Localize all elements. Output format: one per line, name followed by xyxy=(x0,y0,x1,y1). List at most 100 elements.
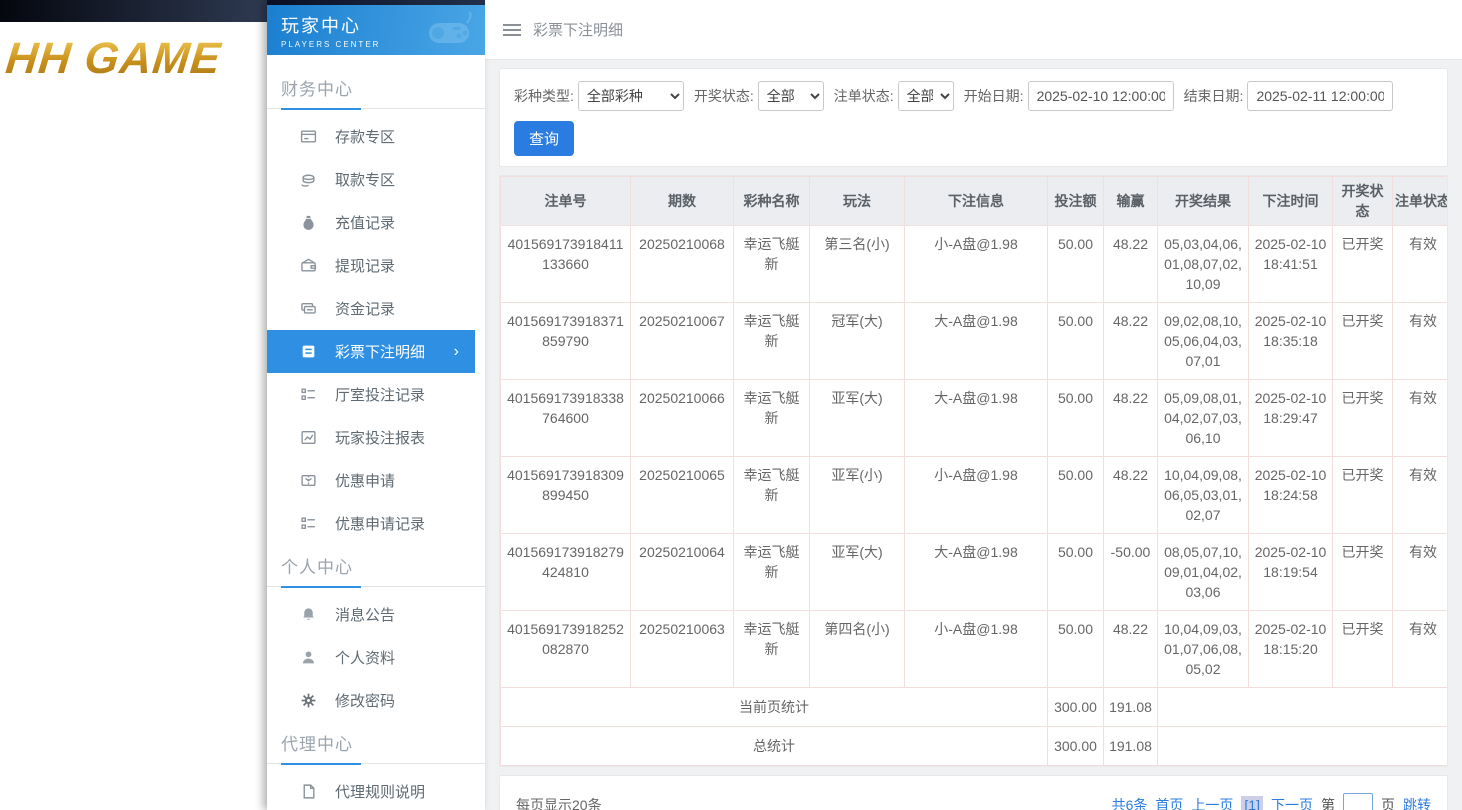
sidebar: 玩家中心 PLAYERS CENTER 财务中心存款专区取款专区充值记录提现记录… xyxy=(267,0,485,810)
start-date-label: 开始日期: xyxy=(964,86,1024,106)
sidebar-item[interactable]: 资金记录 xyxy=(267,287,475,330)
table-cell: 已开奖 xyxy=(1333,303,1393,380)
table-cell: 20250210064 xyxy=(631,534,734,611)
table-cell: 50.00 xyxy=(1048,380,1104,457)
table-cell: 2025-02-10 18:24:58 xyxy=(1249,457,1333,534)
section-divider xyxy=(267,763,485,764)
table-cell: 10,04,09,03,01,07,06,08,05,02 xyxy=(1158,611,1249,688)
table-cell: 48.22 xyxy=(1104,380,1158,457)
sidebar-item[interactable]: 存款专区 xyxy=(267,115,475,158)
summary-winloss-total: 191.08 xyxy=(1104,727,1158,766)
summary-bet-total: 300.00 xyxy=(1048,688,1104,727)
sidebar-item[interactable]: 个人资料 xyxy=(267,636,475,679)
sidebar-item[interactable]: 代理规则说明 xyxy=(267,770,475,810)
table-cell: 2025-02-10 18:19:54 xyxy=(1249,534,1333,611)
bet-status-label: 注单状态: xyxy=(834,86,894,106)
table-panel: 注单号期数彩种名称玩法下注信息投注额输赢开奖结果下注时间开奖状态注单状态 401… xyxy=(499,175,1448,767)
table-cell: 10,04,09,08,06,05,03,01,02,07 xyxy=(1158,457,1249,534)
chevron-right-icon: › xyxy=(454,344,459,360)
summary-row: 当前页统计300.00191.08 xyxy=(501,688,1449,727)
draw-status-select[interactable]: 全部 xyxy=(758,81,824,111)
summary-empty xyxy=(1158,688,1449,727)
table-row: 40156917391837185979020250210067幸运飞艇新冠军(… xyxy=(501,303,1449,380)
table-cell: 有效 xyxy=(1393,303,1449,380)
first-page-link[interactable]: 首页 xyxy=(1155,795,1183,810)
logo-column: HH GAME xyxy=(0,0,267,810)
search-button[interactable]: 查询 xyxy=(514,121,574,156)
table-cell: 大-A盘@1.98 xyxy=(905,534,1048,611)
table-cell: 已开奖 xyxy=(1333,457,1393,534)
sidebar-item-label: 彩票下注明细 xyxy=(335,341,425,362)
table-cell: 幸运飞艇新 xyxy=(734,611,810,688)
table-cell: 已开奖 xyxy=(1333,611,1393,688)
hall-bet-record-icon xyxy=(300,386,317,403)
deposit-card-icon xyxy=(300,128,317,145)
jump-prefix-label: 第 xyxy=(1321,795,1335,810)
withdraw-hand-icon xyxy=(300,171,317,188)
sidebar-item-label: 充值记录 xyxy=(335,212,395,233)
document-icon xyxy=(300,783,317,800)
sidebar-item[interactable]: 取款专区 xyxy=(267,158,475,201)
table-cell: 05,03,04,06,01,08,07,02,10,09 xyxy=(1158,226,1249,303)
table-cell: -50.00 xyxy=(1104,534,1158,611)
page: HH GAME 玩家中心 PLAYERS CENTER 财务中心存款专区取款专区… xyxy=(0,0,1462,810)
table-cell: 2025-02-10 18:15:20 xyxy=(1249,611,1333,688)
sidebar-item[interactable]: 提现记录 xyxy=(267,244,475,287)
jump-link[interactable]: 跳转 xyxy=(1403,795,1431,810)
table-row: 40156917391830989945020250210065幸运飞艇新亚军(… xyxy=(501,457,1449,534)
sidebar-item[interactable]: 修改密码 xyxy=(267,679,475,722)
next-page-link[interactable]: 下一页 xyxy=(1271,795,1313,810)
sidebar-item[interactable]: 彩票下注明细 › xyxy=(267,330,475,373)
sidebar-item[interactable]: 玩家投注报表 xyxy=(267,416,475,459)
sidebar-item-label: 资金记录 xyxy=(335,298,395,319)
topbar: 彩票下注明细 xyxy=(485,0,1462,60)
sidebar-top-strip: 玩家中心 PLAYERS CENTER xyxy=(267,0,485,55)
section-divider xyxy=(267,586,485,587)
sidebar-item[interactable]: 优惠申请 xyxy=(267,459,475,502)
column-header: 下注时间 xyxy=(1249,177,1333,226)
menu-toggle-icon[interactable] xyxy=(503,24,521,36)
table-cell: 第三名(小) xyxy=(810,226,905,303)
per-page-label: 每页显示20条 xyxy=(516,795,602,810)
sidebar-item-label: 玩家投注报表 xyxy=(335,427,425,448)
table-cell: 大-A盘@1.98 xyxy=(905,303,1048,380)
table-cell: 大-A盘@1.98 xyxy=(905,380,1048,457)
sidebar-subtitle: PLAYERS CENTER xyxy=(281,40,485,49)
main-area: 彩票下注明细 彩种类型: 全部彩种 开奖状态: 全部 注单状态: 全部 开始日期… xyxy=(485,0,1462,810)
logo: HH GAME xyxy=(3,34,223,84)
summary-label: 总统计 xyxy=(501,727,1048,766)
table-cell: 20250210066 xyxy=(631,380,734,457)
pagination-panel: 每页显示20条 共6条 首页 上一页 [1] 下一页 第 页 跳转 xyxy=(499,775,1448,810)
table-cell: 幸运飞艇新 xyxy=(734,534,810,611)
sidebar-item-label: 消息公告 xyxy=(335,604,395,625)
person-icon xyxy=(300,649,317,666)
lottery-type-label: 彩种类型: xyxy=(514,86,574,106)
current-page: [1] xyxy=(1241,796,1263,810)
promo-record-icon xyxy=(300,515,317,532)
table-cell: 幸运飞艇新 xyxy=(734,380,810,457)
sidebar-item[interactable]: 优惠申请记录 xyxy=(267,502,475,545)
funds-record-icon xyxy=(300,300,317,317)
page-jump-input[interactable] xyxy=(1343,793,1373,810)
bet-status-select[interactable]: 全部 xyxy=(898,81,954,111)
section-title: 财务中心 xyxy=(267,67,485,108)
sidebar-item-label: 提现记录 xyxy=(335,255,395,276)
table-cell: 48.22 xyxy=(1104,611,1158,688)
sidebar-item[interactable]: 消息公告 xyxy=(267,593,475,636)
prev-page-link[interactable]: 上一页 xyxy=(1191,795,1233,810)
sidebar-item-label: 优惠申请记录 xyxy=(335,513,425,534)
column-header: 开奖状态 xyxy=(1333,177,1393,226)
sidebar-item[interactable]: 厅室投注记录 xyxy=(267,373,475,416)
sidebar-item[interactable]: 充值记录 xyxy=(267,201,475,244)
lottery-type-select[interactable]: 全部彩种 xyxy=(578,81,684,111)
bell-icon xyxy=(300,606,317,623)
draw-status-label: 开奖状态: xyxy=(694,86,754,106)
table-cell: 20250210065 xyxy=(631,457,734,534)
table-cell: 幸运飞艇新 xyxy=(734,457,810,534)
section-title: 个人中心 xyxy=(267,545,485,586)
start-date-input[interactable] xyxy=(1028,81,1174,111)
end-date-input[interactable] xyxy=(1247,81,1393,111)
table-cell: 幸运飞艇新 xyxy=(734,226,810,303)
sidebar-item-label: 取款专区 xyxy=(335,169,395,190)
end-date-label: 结束日期: xyxy=(1184,86,1244,106)
